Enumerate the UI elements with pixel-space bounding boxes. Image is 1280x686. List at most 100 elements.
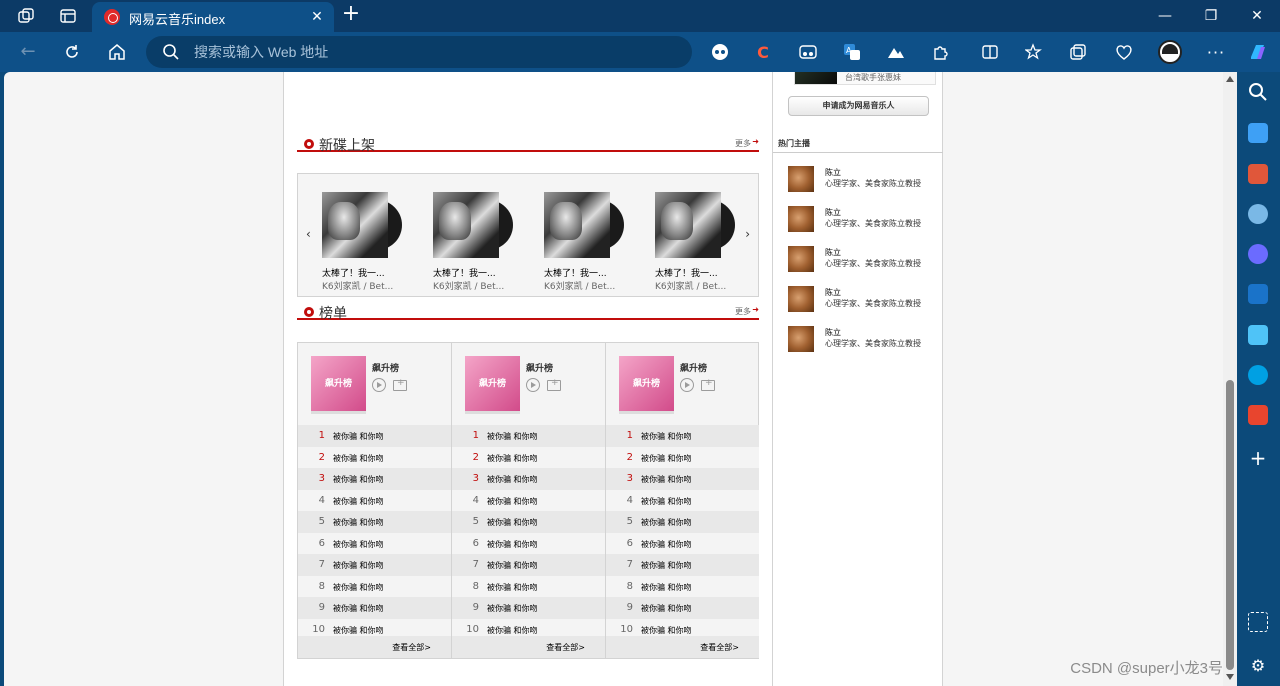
sidebar-settings-icon[interactable]: ⚙ xyxy=(1248,656,1268,676)
anchor-name[interactable]: 陈立 xyxy=(825,207,841,218)
anchor-item[interactable]: 陈立 心理学家、美食家陈立教授 xyxy=(788,326,938,356)
ranking-song-row[interactable]: 3 被你骗 和你吻 xyxy=(452,468,605,490)
sidebar-games-icon[interactable] xyxy=(1248,204,1268,224)
song-title[interactable]: 被你骗 和你吻 xyxy=(333,625,384,636)
ranking-cover[interactable]: 飙升榜 xyxy=(619,356,674,411)
ranking-song-row[interactable]: 6 被你骗 和你吻 xyxy=(606,532,759,554)
translate-icon[interactable]: A xyxy=(842,42,862,62)
ranking-cover[interactable]: 飙升榜 xyxy=(465,356,520,411)
anchor-avatar[interactable] xyxy=(788,246,814,272)
ranking-list-name[interactable]: 飙升榜 xyxy=(372,361,399,374)
ranking-song-row[interactable]: 4 被你骗 和你吻 xyxy=(606,489,759,511)
album-title[interactable]: 太棒了！我一... xyxy=(433,266,523,279)
ranking-song-row[interactable]: 8 被你骗 和你吻 xyxy=(452,575,605,597)
sidebar-screenshot-icon[interactable] xyxy=(1248,612,1268,632)
sidebar-tools-icon[interactable] xyxy=(1248,164,1268,184)
song-title[interactable]: 被你骗 和你吻 xyxy=(641,560,692,571)
song-title[interactable]: 被你骗 和你吻 xyxy=(487,474,538,485)
tab-actions-icon[interactable] xyxy=(58,6,78,26)
album-artist[interactable]: K6刘家凯 / Bet... xyxy=(433,279,523,292)
ranking-song-row[interactable]: 8 被你骗 和你吻 xyxy=(606,575,759,597)
song-title[interactable]: 被你骗 和你吻 xyxy=(333,560,384,571)
sidebar-skype-icon[interactable] xyxy=(1248,365,1268,385)
ranking-song-row[interactable]: 3 被你骗 和你吻 xyxy=(606,468,759,490)
song-title[interactable]: 被你骗 和你吻 xyxy=(333,453,384,464)
play-icon[interactable] xyxy=(372,378,386,392)
album-artist[interactable]: K6刘家凯 / Bet... xyxy=(322,279,412,292)
ranking-song-row[interactable]: 9 被你骗 和你吻 xyxy=(298,597,451,619)
sidebar-c-icon[interactable] xyxy=(1248,405,1268,425)
album-artist[interactable]: K6刘家凯 / Bet... xyxy=(544,279,634,292)
song-title[interactable]: 被你骗 和你吻 xyxy=(487,496,538,507)
ranking-song-row[interactable]: 2 被你骗 和你吻 xyxy=(298,446,451,468)
song-title[interactable]: 被你骗 和你吻 xyxy=(333,496,384,507)
sidebar-search-icon[interactable] xyxy=(1248,82,1268,102)
album-cover[interactable] xyxy=(433,192,513,262)
new-tab-button[interactable]: + xyxy=(340,3,362,26)
ranking-list-name[interactable]: 飙升榜 xyxy=(680,361,707,374)
copilot-icon[interactable] xyxy=(1248,42,1268,62)
album-artist[interactable]: K6刘家凯 / Bet... xyxy=(655,279,745,292)
split-screen-icon[interactable] xyxy=(980,42,1000,62)
extension-mountain-icon[interactable] xyxy=(886,42,906,62)
song-title[interactable]: 被你骗 和你吻 xyxy=(641,431,692,442)
ranking-song-row[interactable]: 6 被你骗 和你吻 xyxy=(298,532,451,554)
home-button[interactable] xyxy=(105,40,129,64)
song-title[interactable]: 被你骗 和你吻 xyxy=(641,582,692,593)
play-icon[interactable] xyxy=(526,378,540,392)
anchor-avatar[interactable] xyxy=(788,206,814,232)
song-title[interactable]: 被你骗 和你吻 xyxy=(333,517,384,528)
anchor-item[interactable]: 陈立 心理学家、美食家陈立教授 xyxy=(788,206,938,236)
new-albums-more-link[interactable]: 更多 xyxy=(735,138,751,149)
extension-reader-icon[interactable] xyxy=(798,42,818,62)
more-options-icon[interactable]: ··· xyxy=(1206,42,1226,62)
ranking-song-row[interactable]: 2 被你骗 和你吻 xyxy=(606,446,759,468)
song-title[interactable]: 被你骗 和你吻 xyxy=(487,582,538,593)
album-cover[interactable] xyxy=(655,192,735,262)
album-title[interactable]: 太棒了！我一... xyxy=(655,266,745,279)
carousel-prev-button[interactable]: ‹ xyxy=(306,227,311,241)
ranking-song-row[interactable]: 6 被你骗 和你吻 xyxy=(452,532,605,554)
add-folder-icon[interactable] xyxy=(701,378,715,391)
scroll-up-arrow-icon[interactable] xyxy=(1226,76,1234,82)
view-all-link[interactable]: 查看全部> xyxy=(546,642,585,653)
song-title[interactable]: 被你骗 和你吻 xyxy=(487,560,538,571)
song-title[interactable]: 被你骗 和你吻 xyxy=(487,539,538,550)
anchor-name[interactable]: 陈立 xyxy=(825,327,841,338)
song-title[interactable]: 被你骗 和你吻 xyxy=(641,517,692,528)
scroll-down-arrow-icon[interactable] xyxy=(1226,674,1234,680)
ranking-song-row[interactable]: 9 被你骗 和你吻 xyxy=(452,597,605,619)
anchor-item[interactable]: 陈立 心理学家、美食家陈立教授 xyxy=(788,286,938,316)
close-window-button[interactable]: ✕ xyxy=(1234,0,1280,32)
workspaces-icon[interactable] xyxy=(16,6,36,26)
ranking-more-link[interactable]: 更多 xyxy=(735,306,751,317)
extensions-puzzle-icon[interactable] xyxy=(930,42,950,62)
add-folder-icon[interactable] xyxy=(393,378,407,391)
album-title[interactable]: 太棒了！我一... xyxy=(322,266,412,279)
anchor-avatar[interactable] xyxy=(788,166,814,192)
album-title[interactable]: 太棒了！我一... xyxy=(544,266,634,279)
ranking-song-row[interactable]: 7 被你骗 和你吻 xyxy=(298,554,451,576)
collections-icon[interactable] xyxy=(1068,42,1088,62)
ranking-song-row[interactable]: 7 被你骗 和你吻 xyxy=(452,554,605,576)
song-title[interactable]: 被你骗 和你吻 xyxy=(641,496,692,507)
song-title[interactable]: 被你骗 和你吻 xyxy=(333,582,384,593)
song-title[interactable]: 被你骗 和你吻 xyxy=(487,431,538,442)
page-scrollbar[interactable] xyxy=(1223,72,1237,686)
back-button[interactable]: ← xyxy=(16,40,40,64)
singer-thumbnail[interactable] xyxy=(795,72,837,84)
sidebar-add-icon[interactable]: + xyxy=(1248,448,1268,468)
ranking-song-row[interactable]: 3 被你骗 和你吻 xyxy=(298,468,451,490)
scrollbar-thumb[interactable] xyxy=(1226,380,1234,670)
song-title[interactable]: 被你骗 和你吻 xyxy=(641,474,692,485)
refresh-button[interactable] xyxy=(60,40,84,64)
anchor-item[interactable]: 陈立 心理学家、美食家陈立教授 xyxy=(788,166,938,196)
ranking-song-row[interactable]: 1 被你骗 和你吻 xyxy=(606,425,759,447)
song-title[interactable]: 被你骗 和你吻 xyxy=(333,539,384,550)
sidebar-shopping-icon[interactable] xyxy=(1248,123,1268,143)
add-folder-icon[interactable] xyxy=(547,378,561,391)
ranking-song-row[interactable]: 9 被你骗 和你吻 xyxy=(606,597,759,619)
album-cover[interactable] xyxy=(544,192,624,262)
sidebar-outlook-icon[interactable] xyxy=(1248,284,1268,304)
anchor-name[interactable]: 陈立 xyxy=(825,287,841,298)
